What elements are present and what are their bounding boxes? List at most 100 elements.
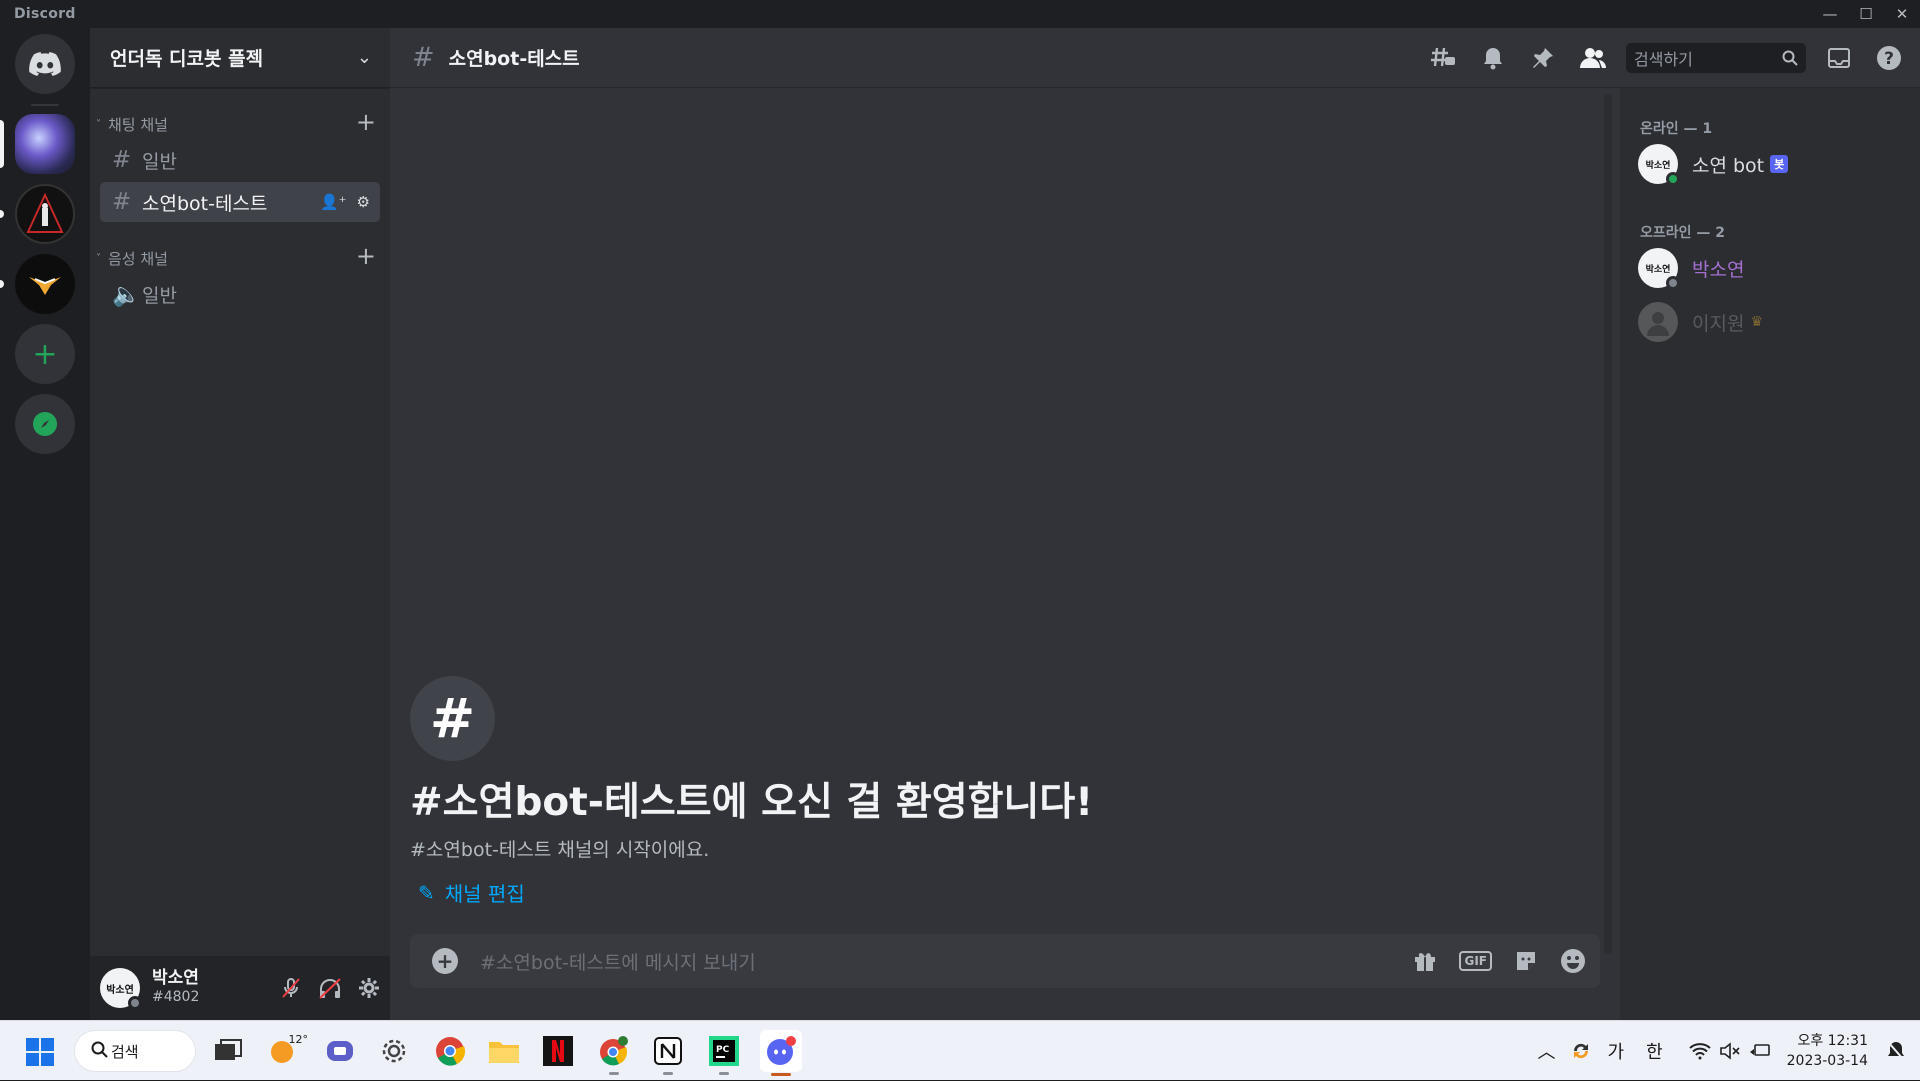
threads-icon[interactable] [1426,41,1460,75]
avatar-text: 박소연 [106,981,134,996]
server-icon-2[interactable] [15,184,75,244]
user-tag: #4802 [152,988,199,1007]
attach-plus-icon[interactable]: + [432,948,458,974]
channel-general-voice[interactable]: 🔈 일반 [100,274,380,314]
help-icon[interactable]: ? [1872,41,1906,75]
server-logo-icon [25,269,65,299]
channel-header: # 소연bot-테스트 검색하기 ? [390,28,1920,88]
weather-temp: 12° [289,1033,309,1046]
minimize-icon[interactable]: — [1812,0,1848,28]
create-channel-icon[interactable]: + [356,242,376,270]
gear-icon[interactable] [358,977,380,999]
message-input-placeholder: #소연bot-테스트에 메시지 보내기 [480,948,756,975]
maximize-icon[interactable]: ☐ [1848,0,1884,28]
taskbar-clock[interactable]: 오후 12:31 2023-03-14 [1787,1031,1868,1071]
ime-mode-indicator[interactable]: 한 [1646,1038,1663,1064]
message-composer[interactable]: + #소연bot-테스트에 메시지 보내기 GIF [410,934,1600,988]
volume-muted-icon[interactable] [1719,1042,1741,1060]
edit-channel-button[interactable]: ✎ 채널 편집 [418,878,1093,907]
explore-servers-button[interactable] [15,394,75,454]
server-icon-3[interactable] [15,254,75,314]
gear-icon[interactable]: ⚙ [357,193,370,211]
add-server-button[interactable]: + [15,324,75,384]
user-info[interactable]: 박소연 #4802 [152,969,199,1007]
gif-button[interactable]: GIF [1459,951,1492,971]
plus-icon: + [32,337,57,372]
member-item[interactable]: 박소연 소연 bot 봇 [1638,142,1788,186]
user-panel: 박소연 박소연 #4802 [90,956,390,1020]
wifi-icon[interactable] [1689,1042,1711,1060]
member-item[interactable]: 박소연 박소연 [1638,246,1744,290]
system-tray: ︿ 가 한 오후 12:31 2023-03-14 [1538,1021,1920,1081]
channel-soyeon-bot-test[interactable]: # 소연bot-테스트 👤⁺ ⚙ [100,182,380,222]
notification-bell-icon[interactable] [1886,1040,1906,1062]
compass-icon [32,411,58,437]
battery-plug-icon[interactable] [1749,1042,1771,1060]
member-name: 소연 bot [1692,151,1764,178]
teams-chat-icon[interactable] [322,1033,358,1069]
server-icon-underdog[interactable] [15,114,75,174]
member-avatar [1638,302,1678,342]
start-button[interactable] [26,1038,54,1070]
gift-icon[interactable] [1413,949,1437,973]
active-app-indicator [771,1073,791,1076]
server-logo-icon [25,192,65,236]
create-channel-icon[interactable]: + [356,108,376,136]
search-icon [91,1041,109,1059]
guild-header[interactable]: 언더독 디코봇 플젝 ⌄ [90,28,390,88]
welcome-title: #소연bot-테스트에 오신 걸 환영합니다! [410,771,1093,827]
channel-label: 일반 [142,281,177,308]
clock-date: 2023-03-14 [1787,1051,1868,1071]
scrollbar[interactable] [1604,94,1612,954]
chrome-icon[interactable] [432,1033,468,1069]
svg-text:?: ? [1884,49,1894,69]
svg-text:PC: PC [716,1045,730,1055]
notion-icon[interactable] [650,1033,686,1069]
file-explorer-icon[interactable] [486,1033,522,1069]
crown-icon: ♛ [1750,314,1763,330]
user-avatar[interactable]: 박소연 [100,968,140,1008]
sync-icon[interactable] [1570,1040,1592,1062]
taskbar-search[interactable]: 검색 [74,1030,196,1072]
member-item[interactable]: 이지원 ♛ [1638,300,1763,344]
chat-area: # 소연bot-테스트 검색하기 ? [390,28,1620,1020]
status-indicator [128,996,142,1010]
windows-logo-icon [26,1038,54,1066]
category-voice-channels[interactable]: ˅ 음성 채널 + [96,246,384,270]
deafen-headphones-icon[interactable] [318,977,342,999]
home-button[interactable] [15,34,75,94]
member-list-icon[interactable] [1576,41,1610,75]
discord-logo-icon [29,52,61,76]
category-text-channels[interactable]: ˅ 채팅 채널 + [96,112,384,136]
channel-label: 소연bot-테스트 [142,189,267,216]
mute-mic-icon[interactable] [280,977,302,999]
member-avatar: 박소연 [1638,248,1678,288]
invite-member-icon[interactable]: 👤⁺ [320,193,347,211]
chrome-profile-icon[interactable] [596,1033,632,1069]
settings-gear-icon[interactable] [376,1033,412,1069]
pin-icon[interactable] [1526,41,1560,75]
weather-widget[interactable]: 12° [266,1033,302,1069]
close-icon[interactable]: ✕ [1884,0,1920,28]
pycharm-icon[interactable]: PC [706,1033,742,1069]
chevron-up-icon[interactable]: ︿ [1538,1038,1556,1064]
channel-general-text[interactable]: # 일반 [100,140,380,180]
running-indicator [719,1072,729,1075]
search-input[interactable]: 검색하기 [1626,43,1806,73]
pencil-icon: ✎ [418,881,435,905]
search-label: 검색 [111,1041,139,1062]
sticker-icon[interactable] [1514,949,1538,973]
channel-label: 일반 [142,147,177,174]
bell-icon[interactable] [1476,41,1510,75]
channel-welcome: # #소연bot-테스트에 오신 걸 환영합니다! #소연bot-테스트 채널의… [410,676,1093,907]
username: 박소연 [152,969,199,988]
emoji-icon[interactable] [1560,948,1586,974]
ime-language-indicator[interactable]: 가 [1608,1038,1625,1064]
caret-down-icon: ˅ [96,119,108,130]
netflix-icon[interactable] [540,1033,576,1069]
inbox-icon[interactable] [1822,41,1856,75]
task-view-icon[interactable] [210,1033,246,1069]
discord-taskbar-icon[interactable] [760,1030,802,1072]
category-label: 음성 채널 [108,248,168,269]
person-silhouette-icon [1644,308,1672,336]
